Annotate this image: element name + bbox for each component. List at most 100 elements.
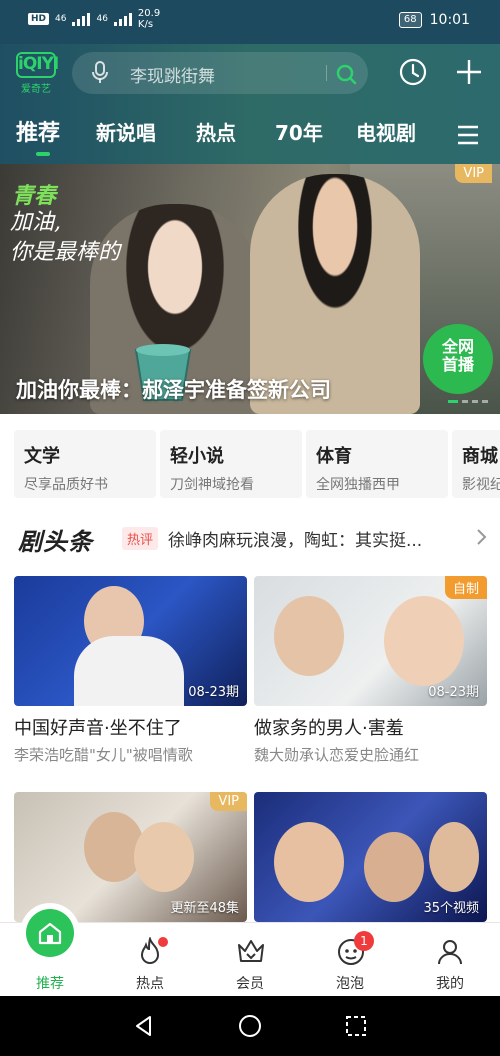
channel-title: 文学: [24, 446, 60, 467]
crown-icon: [236, 937, 266, 969]
hero-banner[interactable]: 青春 加油, 你是最棒的 VIP 全网 首播 加油你最棒：郝泽宇准备签新公司: [0, 164, 500, 414]
battery-icon: 68: [398, 12, 422, 28]
plus-icon[interactable]: [455, 58, 483, 90]
net-speed: 20.9 K/s: [138, 8, 160, 30]
carousel-dot: [448, 400, 458, 403]
search-bar[interactable]: 李现跳街舞: [72, 52, 368, 94]
video-title: 做家务的男人·害羞: [254, 718, 404, 739]
stamp-line: 全网: [441, 337, 474, 356]
channel-subtitle: 刀剑神域抢看: [170, 477, 254, 493]
carousel-dot: [482, 400, 488, 403]
thumbnail-person: [384, 596, 464, 686]
signal-icon: [72, 12, 91, 26]
menu-icon[interactable]: [456, 124, 480, 150]
sim2-label: 46: [96, 14, 108, 24]
episode-label: 08-23期: [428, 685, 479, 700]
video-title: 中国好声音·坐不住了: [14, 718, 182, 739]
show-logo: 青春: [12, 184, 57, 209]
video-card[interactable]: 自制 08-23期 做家务的男人·害羞 魏大勋承认恋爱史脸通红: [254, 576, 487, 765]
video-count-label: 35个视频: [423, 901, 479, 916]
channel-card-sports[interactable]: 体育 全网独播西甲: [306, 430, 448, 498]
search-divider: [326, 65, 327, 81]
video-thumbnail[interactable]: 08-23期: [14, 576, 247, 706]
thumbnail-person: [274, 596, 344, 676]
channel-subtitle: 尽享品质好书: [24, 477, 108, 493]
channel-card-literature[interactable]: 文学 尽享品质好书: [14, 430, 156, 498]
notification-dot: [158, 937, 168, 947]
history-clock-icon[interactable]: [399, 58, 427, 90]
bottom-navigation: 推荐 热点 会员 1 泡泡 我的: [0, 903, 500, 996]
user-icon: [436, 937, 464, 971]
banner-title: 加油你最棒：郝泽宇准备签新公司: [16, 378, 331, 402]
tab-hot[interactable]: 热点: [196, 117, 236, 146]
back-icon[interactable]: [132, 1014, 156, 1042]
search-input[interactable]: 李现跳街舞: [130, 62, 215, 87]
net-speed-value: 20.9: [137, 8, 161, 19]
recents-square-icon[interactable]: [344, 1014, 368, 1042]
chevron-right-icon[interactable]: [476, 528, 488, 550]
stamp-line: 首播: [441, 355, 474, 374]
nav-label: 热点: [136, 976, 164, 992]
thumbnail-person: [429, 822, 479, 892]
active-tab-indicator: [36, 152, 50, 156]
iqiyi-logo[interactable]: iQIYI 爱奇艺: [16, 52, 59, 95]
thumbnail-person: [134, 822, 194, 892]
logo-mark: iQIYI: [16, 52, 59, 78]
video-subtitle: 李荣浩吃醋"女儿"被唱情歌: [14, 746, 193, 764]
microphone-icon[interactable]: [90, 61, 110, 89]
logo-caption: 爱奇艺: [21, 84, 51, 95]
slogan-line: 加油,: [10, 210, 61, 235]
tab-70-years[interactable]: 70年: [275, 117, 323, 146]
signal-icon: [113, 12, 132, 26]
video-card[interactable]: 35个视频: [254, 792, 487, 922]
home-circle-icon[interactable]: [238, 1014, 262, 1042]
channel-subtitle: 全网独播西甲: [316, 477, 400, 493]
slogan-line: 你是最棒的: [10, 240, 121, 265]
channel-card-light-novel[interactable]: 轻小说 刀剑神域抢看: [160, 430, 302, 498]
tab-tv-series[interactable]: 电视剧: [356, 117, 416, 146]
battery-level: 68: [403, 14, 417, 25]
channel-title: 体育: [316, 446, 352, 467]
carousel-dot: [472, 400, 478, 403]
thumbnail-person: [274, 822, 344, 902]
headline-brand: 剧头条: [18, 528, 93, 556]
status-bar: HD 46 46 20.9 K/s 68 10:01: [0, 0, 500, 44]
nav-label: 会员: [236, 976, 264, 992]
search-icon[interactable]: [334, 62, 358, 90]
channel-tabs: 推荐 新说唱 热点 70年 电视剧: [0, 114, 500, 158]
video-subtitle: 魏大勋承认恋爱史脸通红: [254, 746, 420, 764]
channel-cards: 文学 尽享品质好书 轻小说 刀剑神域抢看 体育 全网独播西甲 商城 影视纪: [0, 430, 500, 500]
carousel-dots: [448, 400, 488, 403]
hot-review-tag: 热评: [122, 527, 159, 550]
channel-title: 商城: [462, 446, 498, 467]
update-label: 更新至48集: [170, 901, 239, 916]
headline-text: 徐峥肉麻玩浪漫，陶虹：其实挺...: [168, 531, 423, 551]
net-speed-unit: K/s: [137, 19, 154, 30]
thumbnail-person: [74, 636, 184, 706]
nav-label: 泡泡: [336, 976, 364, 992]
tab-new-rap[interactable]: 新说唱: [96, 117, 156, 146]
sim1-label: 46: [55, 14, 67, 24]
nav-label: 推荐: [36, 976, 64, 992]
premiere-stamp: 全网 首播: [423, 324, 493, 394]
video-thumbnail[interactable]: 自制 08-23期: [254, 576, 487, 706]
vip-badge: VIP: [210, 792, 247, 811]
video-thumbnail[interactable]: 35个视频: [254, 792, 487, 922]
episode-label: 08-23期: [188, 685, 239, 700]
notification-count: 1: [354, 931, 374, 951]
home-icon: [37, 920, 63, 950]
tab-recommend[interactable]: 推荐: [16, 115, 60, 147]
channel-subtitle: 影视纪: [462, 477, 500, 493]
self-made-badge: 自制: [444, 576, 487, 599]
top-header: iQIYI 爱奇艺 李现跳街舞 推荐 新说唱 热点 70年 电视剧: [0, 44, 500, 164]
channel-card-mall[interactable]: 商城 影视纪: [452, 430, 500, 498]
carousel-dot: [462, 400, 468, 403]
video-card[interactable]: 08-23期 中国好声音·坐不住了 李荣浩吃醋"女儿"被唱情歌: [14, 576, 247, 765]
nav-home-button[interactable]: [20, 903, 80, 963]
drama-headline-bar[interactable]: 剧头条 热评 徐峥肉麻玩浪漫，陶虹：其实挺...: [0, 512, 500, 562]
hd-badge: HD: [28, 13, 50, 25]
channel-title: 轻小说: [170, 446, 224, 467]
clock-time: 10:01: [429, 12, 470, 28]
system-navigation-bar: [0, 996, 500, 1056]
banner-slogan: 加油, 你是最棒的: [10, 208, 120, 268]
